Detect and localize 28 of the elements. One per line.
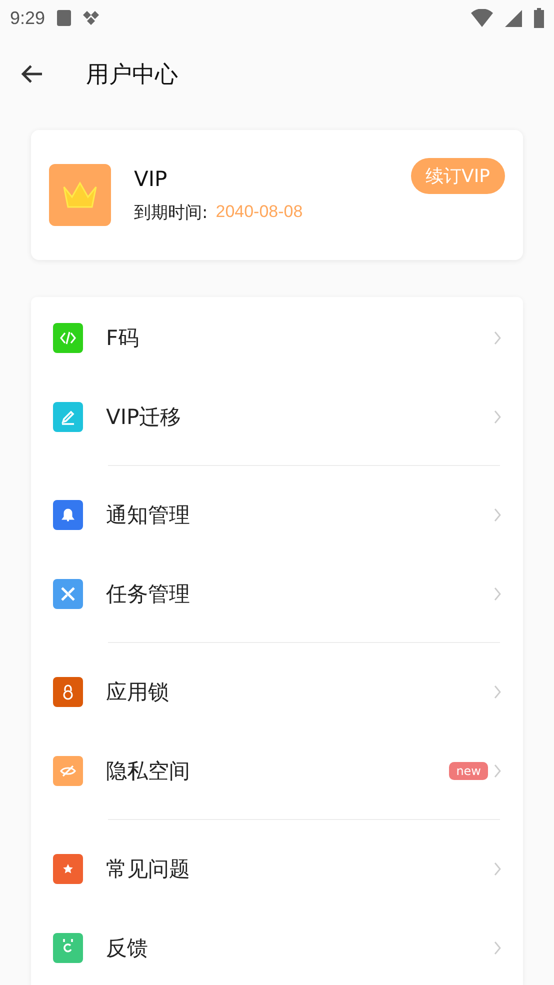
chevron-icon: [494, 684, 501, 698]
signal-icon: [505, 10, 522, 26]
menu-item[interactable]: 反馈: [31, 908, 523, 985]
back-icon[interactable]: [20, 64, 44, 84]
status-time: 9:29: [10, 8, 46, 28]
chevron-icon: [494, 940, 501, 954]
battery-icon: [534, 8, 544, 28]
diamond-icon: [83, 11, 100, 25]
expiry-label: 到期时间:: [134, 202, 208, 224]
menu-item[interactable]: 应用锁: [31, 652, 523, 731]
menu-item[interactable]: 通知管理: [31, 475, 523, 554]
chevron-icon: [494, 410, 501, 424]
menu-item[interactable]: 常见问题: [31, 829, 523, 908]
chevron-icon: [494, 764, 501, 778]
wifi-icon: [471, 9, 493, 27]
chevron-icon: [494, 330, 501, 344]
expiry-date: 2040-08-08: [216, 202, 303, 222]
menu-item[interactable]: VIP迁移: [31, 377, 523, 456]
chevron-icon: [494, 862, 501, 876]
vip-title: VIP: [134, 166, 168, 190]
chevron-icon: [494, 586, 501, 600]
page-title: 用户中心: [86, 60, 178, 90]
chevron-icon: [494, 508, 501, 522]
menu-item[interactable]: 隐私空间 new: [31, 731, 523, 810]
menu-item[interactable]: 任务管理: [31, 554, 523, 633]
menu-item[interactable]: F码: [31, 298, 523, 377]
crown-icon: [49, 164, 111, 226]
new-badge: new: [449, 762, 488, 780]
